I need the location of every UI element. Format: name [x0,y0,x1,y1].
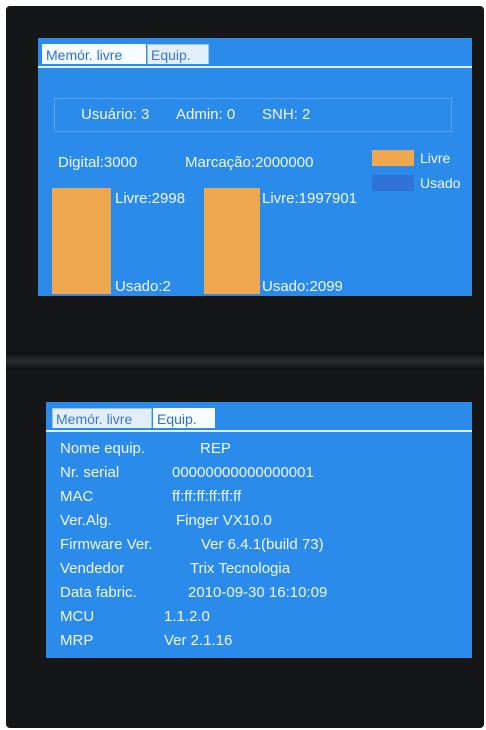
marcacao-capacity: Marcação:2000000 [185,154,314,171]
info-value: ff:ff:ff:ff:ff:ff [172,488,242,505]
info-key: MCU [60,608,95,625]
tab-memory[interactable]: Memór. livre [42,44,146,64]
tab-equipment[interactable]: Equip. [147,44,209,64]
tab-bar: Memór. livre Equip. [46,402,472,430]
digital-free-bar [52,188,111,294]
users-count: Usuário: 3 [81,106,150,123]
tab-underline [38,66,472,68]
info-value: Finger VX10.0 [176,512,272,529]
marcacao-used-label: Usado:2099 [262,278,343,295]
tab-equipment[interactable]: Equip. [153,408,215,428]
bezel-divider [6,352,484,370]
tab-bar: Memór. livre Equip. [38,38,472,66]
info-value: 00000000000000001 [172,464,314,481]
info-key: Vendedor [60,560,125,577]
info-key: Nr. serial [60,464,120,481]
info-value: Ver 2.1.16 [164,632,233,649]
info-value: REP [200,440,231,457]
digital-used-label: Usado:2 [115,278,171,295]
info-value: Ver 6.4.1(build 73) [201,536,324,553]
admin-count: Admin: 0 [176,106,236,123]
info-value: Trix Tecnologia [190,560,291,577]
equipment-screen: Memór. livre Equip. Nome equip. REP Nr. … [46,402,472,658]
digital-free-label: Livre:2998 [115,190,186,207]
legend-used-label: Usado [420,175,461,191]
info-key: MAC [60,488,94,505]
info-key: Data fabric. [60,584,137,601]
info-key: MRP [60,632,94,649]
info-key: Ver.Alg. [60,512,112,529]
legend-free-label: Livre [420,150,451,166]
tab-memory[interactable]: Memór. livre [52,408,152,428]
legend-free-swatch [372,150,414,166]
info-key: Nome equip. [60,440,146,457]
marcacao-free-bar [204,188,260,294]
digital-capacity: Digital:3000 [58,154,138,171]
marcacao-free-label: Livre:1997901 [262,190,358,207]
tab-underline [46,430,472,432]
legend-used-swatch [372,175,414,191]
user-counts-box: Usuário: 3 Admin: 0 SNH: 2 [54,98,452,132]
snh-count: SNH: 2 [262,106,311,123]
info-key: Firmware Ver. [60,536,153,553]
info-value: 2010-09-30 16:10:09 [188,584,328,601]
info-value: 1.1.2.0 [164,608,210,625]
memory-screen: Memór. livre Equip. Usuário: 3 Admin: 0 … [38,38,472,296]
